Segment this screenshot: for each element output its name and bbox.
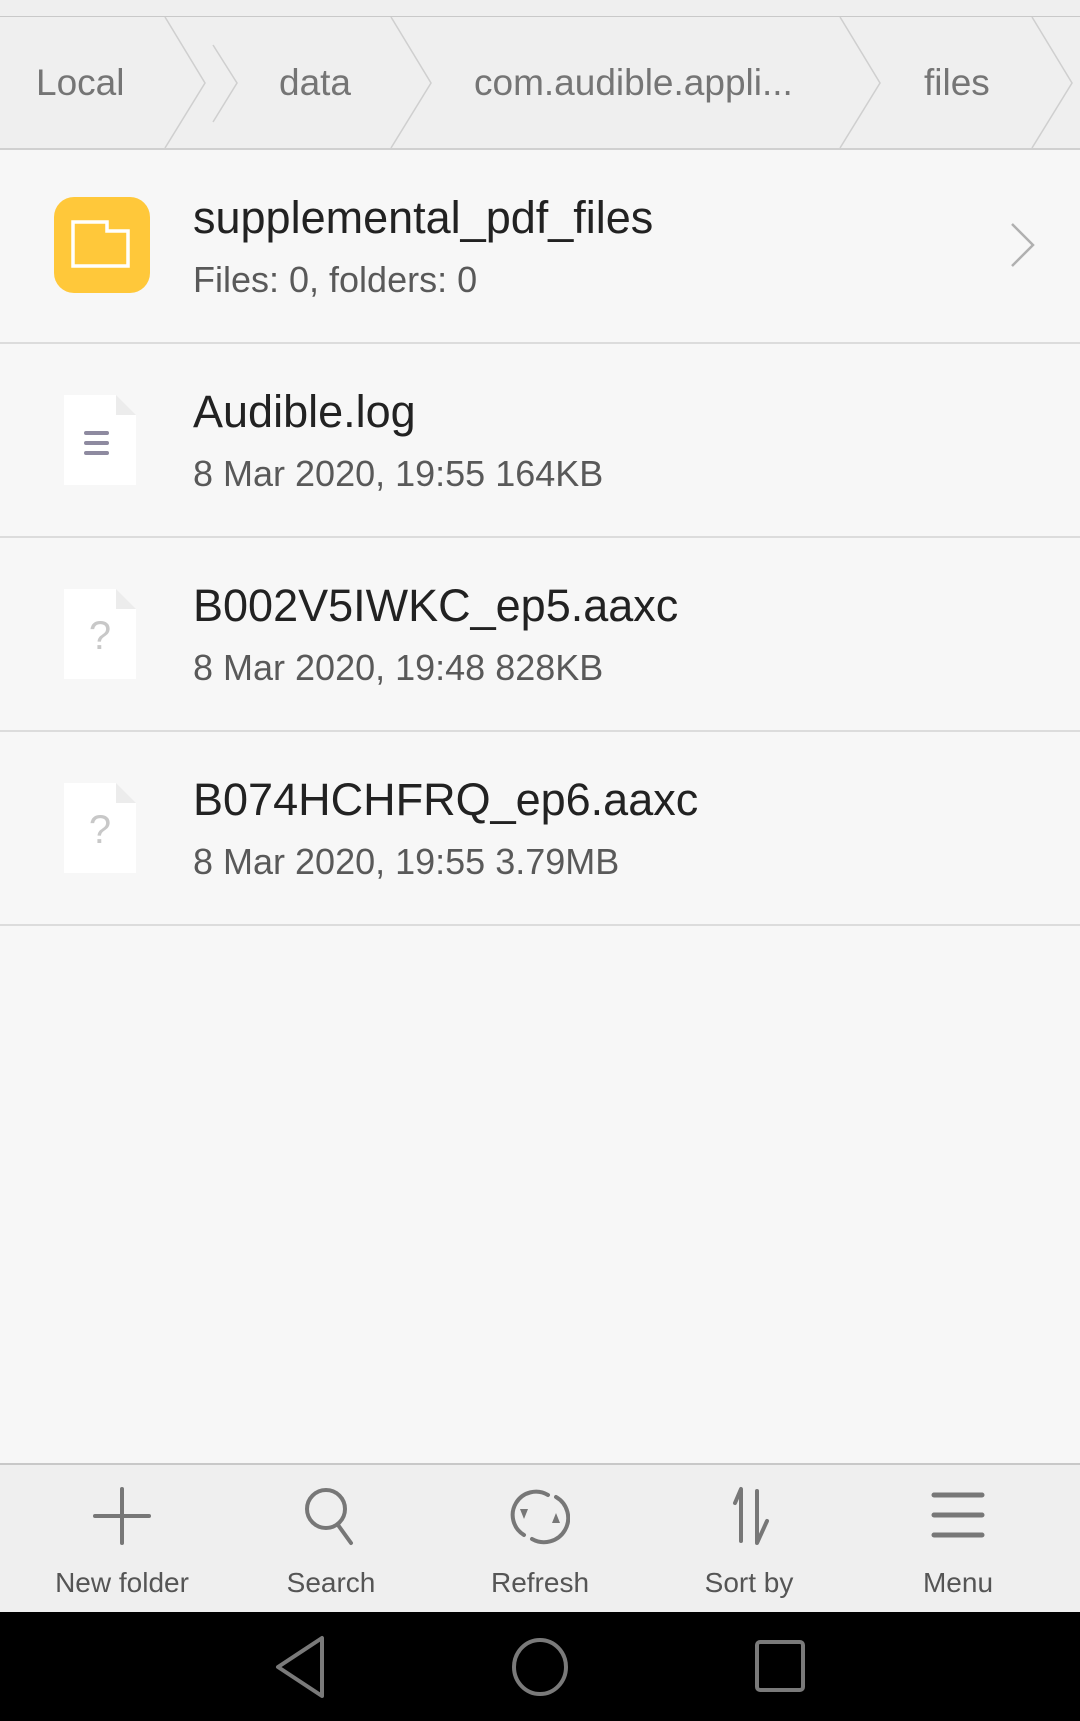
- list-item-file[interactable]: Audible.log 8 Mar 2020, 19:55 164KB: [0, 344, 1080, 538]
- file-name: B002V5IWKC_ep5.aaxc: [193, 580, 679, 631]
- plus-icon: [93, 1487, 151, 1545]
- list-item-file[interactable]: ? B074HCHFRQ_ep6.aaxc 8 Mar 2020, 19:55 …: [0, 732, 1080, 926]
- menu-button[interactable]: Menu: [850, 1465, 1066, 1614]
- new-folder-label: New folder: [55, 1567, 189, 1598]
- svg-text:?: ?: [89, 614, 111, 658]
- sort-by-button[interactable]: Sort by: [641, 1465, 857, 1614]
- sort-icon: [733, 1487, 769, 1545]
- file-meta: 8 Mar 2020, 19:55 3.79MB: [193, 841, 620, 882]
- breadcrumb: Local data com.audible.appli... files: [0, 17, 1080, 150]
- refresh-button[interactable]: Refresh: [432, 1465, 648, 1614]
- refresh-label: Refresh: [490, 1567, 590, 1598]
- breadcrumb-item-package[interactable]: com.audible.appli...: [474, 17, 793, 148]
- file-meta: Files: 0, folders: 0: [193, 259, 478, 300]
- folder-icon: [54, 197, 150, 293]
- status-strip: [0, 0, 1080, 18]
- file-name: supplemental_pdf_files: [193, 192, 654, 243]
- new-folder-button[interactable]: New folder: [14, 1465, 230, 1614]
- list-item-file[interactable]: ? B002V5IWKC_ep5.aaxc 8 Mar 2020, 19:48 …: [0, 538, 1080, 732]
- file-name: B074HCHFRQ_ep6.aaxc: [193, 774, 699, 825]
- breadcrumb-item-files[interactable]: files: [924, 17, 990, 148]
- recents-icon[interactable]: [745, 1632, 815, 1702]
- search-label: Search: [286, 1567, 376, 1598]
- home-icon[interactable]: [505, 1632, 575, 1702]
- sort-by-label: Sort by: [704, 1567, 794, 1598]
- list-item-folder[interactable]: supplemental_pdf_files Files: 0, folders…: [0, 150, 1080, 344]
- file-meta: 8 Mar 2020, 19:55 164KB: [193, 453, 604, 494]
- unknown-file-icon: ?: [64, 783, 136, 873]
- bottom-toolbar: New folder Search Refresh Sort by Menu: [0, 1463, 1080, 1614]
- file-list: supplemental_pdf_files Files: 0, folders…: [0, 150, 1080, 926]
- search-icon: [305, 1488, 353, 1545]
- file-meta: 8 Mar 2020, 19:48 828KB: [193, 647, 604, 688]
- breadcrumb-item-local[interactable]: Local: [36, 17, 124, 148]
- system-nav-bar: [0, 1612, 1080, 1721]
- unknown-file-icon: ?: [64, 589, 136, 679]
- file-name: Audible.log: [193, 386, 416, 437]
- menu-icon: [931, 1492, 985, 1538]
- refresh-icon: [510, 1489, 570, 1545]
- chevron-right-icon: [1011, 223, 1035, 267]
- text-file-icon: [64, 395, 136, 485]
- back-icon[interactable]: [266, 1632, 336, 1702]
- menu-label: Menu: [922, 1567, 994, 1598]
- breadcrumb-item-data[interactable]: data: [279, 17, 351, 148]
- svg-text:?: ?: [89, 808, 111, 852]
- search-button[interactable]: Search: [223, 1465, 439, 1614]
